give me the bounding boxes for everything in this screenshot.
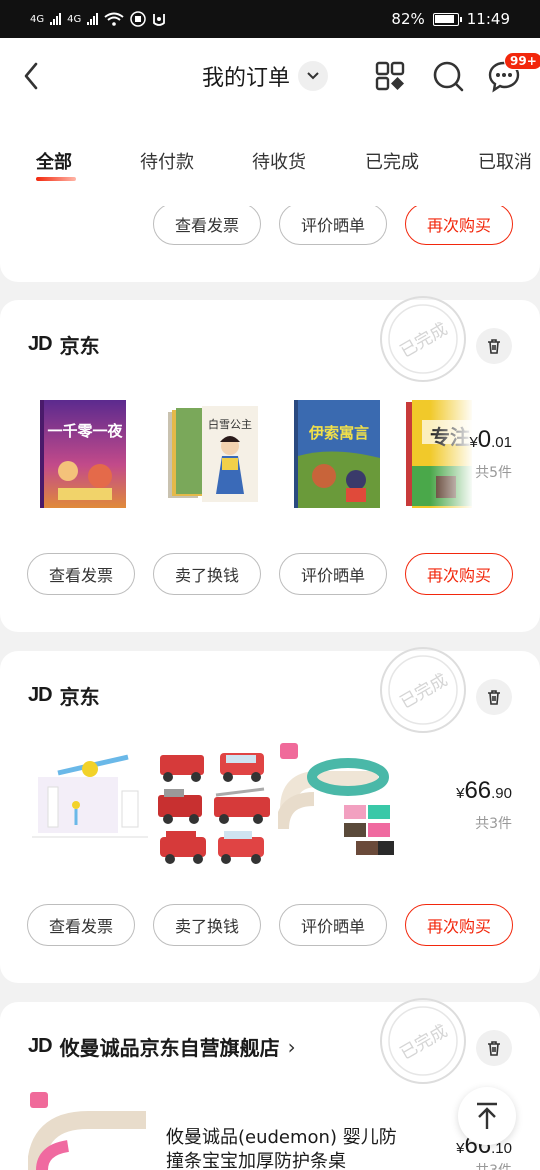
chevron-down-icon xyxy=(298,61,329,91)
order-card-2[interactable]: 已完成 JD 京东 一千零一夜 白雪公主 伊索寓言 ¥0.01 共5件 查看发票… xyxy=(0,296,540,632)
arrow-up-icon xyxy=(477,1102,497,1129)
back-to-top-button[interactable] xyxy=(458,1087,516,1145)
jd-logo: JD xyxy=(28,684,53,706)
shop-name: 京东 xyxy=(59,334,100,358)
completed-stamp: 已完成 xyxy=(380,296,466,382)
product-image-toy-cars[interactable] xyxy=(154,743,274,867)
item-count: 共5件 xyxy=(475,465,512,481)
order-tabs: 全部 待付款 待收货 已完成 已取消 xyxy=(0,148,540,188)
completed-stamp: 已完成 xyxy=(380,647,466,733)
battery-percent: 82% xyxy=(391,10,425,28)
signal-icon-2 xyxy=(87,13,99,25)
review-button[interactable]: 评价晒单 xyxy=(279,904,387,946)
review-button[interactable]: 评价晒单 xyxy=(279,553,387,595)
svg-text:已完成: 已完成 xyxy=(397,670,451,713)
sell-button[interactable]: 卖了换钱 xyxy=(153,553,261,595)
review-button[interactable]: 评价晒单 xyxy=(279,203,387,245)
buy-again-button[interactable]: 再次购买 xyxy=(405,203,513,245)
trash-icon xyxy=(488,1041,500,1056)
order-total: ¥66.90 xyxy=(456,777,512,804)
svg-text:伊索寓言: 伊索寓言 xyxy=(308,424,369,442)
battery-icon xyxy=(432,12,462,26)
shop-name: 京东 xyxy=(59,685,100,709)
product-image-bumper-strip[interactable] xyxy=(28,1090,148,1170)
wifi-icon xyxy=(104,12,124,26)
app-notification-icon-2 xyxy=(153,14,166,26)
network-type-2: 4G xyxy=(67,13,82,25)
item-count: 共3件 xyxy=(475,1160,512,1170)
shop-name: 攸曼诚品京东自营旗舰店 xyxy=(59,1036,280,1060)
tab-cancelled[interactable]: 已取消 xyxy=(478,148,532,174)
sell-button[interactable]: 卖了换钱 xyxy=(153,904,261,946)
trash-icon xyxy=(488,339,500,354)
view-invoice-button[interactable]: 查看发票 xyxy=(153,203,261,245)
delete-order-button[interactable] xyxy=(476,328,512,364)
delete-order-button[interactable] xyxy=(476,679,512,715)
shop-header[interactable]: JD 攸曼诚品京东自营旗舰店 › xyxy=(28,1032,296,1061)
clock: 11:49 xyxy=(466,10,510,28)
app-notification-icon xyxy=(130,11,146,27)
product-title[interactable]: 攸曼诚品(eudemon) 婴儿防撞条宝宝加厚防护条桌 xyxy=(166,1126,406,1170)
signal-icon xyxy=(50,13,62,25)
svg-text:一千零一夜: 一千零一夜 xyxy=(47,422,123,440)
page-title: 我的订单 xyxy=(202,66,291,91)
active-tab-indicator xyxy=(36,177,76,181)
buy-again-button[interactable]: 再次购买 xyxy=(405,904,513,946)
message-badge: 99+ xyxy=(504,52,540,70)
chevron-right-icon: › xyxy=(287,1034,296,1059)
category-grid-icon[interactable] xyxy=(372,58,408,94)
product-image-book-2[interactable]: 白雪公主 xyxy=(164,402,262,508)
search-icon[interactable] xyxy=(430,58,466,94)
product-image-brush-set[interactable] xyxy=(28,747,148,847)
order-card-4[interactable]: 已完成 JD 攸曼诚品京东自营旗舰店 › 攸曼诚品(eudemon) 婴儿防撞条… xyxy=(0,998,540,1170)
status-bar: 4G 4G 82% 11:49 xyxy=(0,0,540,38)
completed-stamp: 已完成 xyxy=(380,998,466,1084)
tab-all[interactable]: 全部 xyxy=(36,148,72,174)
header: 我的订单 99+ 全部 待付款 待收货 已完成 已取消 xyxy=(0,38,540,206)
product-fade-overlay xyxy=(430,392,540,516)
back-arrow-icon[interactable] xyxy=(18,58,46,94)
svg-text:白雪公主: 白雪公主 xyxy=(208,417,252,431)
svg-text:已完成: 已完成 xyxy=(397,319,451,362)
view-invoice-button[interactable]: 查看发票 xyxy=(27,553,135,595)
product-image-book-1[interactable]: 一千零一夜 xyxy=(38,396,130,512)
jd-logo: JD xyxy=(28,333,53,355)
shop-header[interactable]: JD 京东 xyxy=(28,330,100,359)
tab-completed[interactable]: 已完成 xyxy=(365,148,419,174)
shop-header[interactable]: JD 京东 xyxy=(28,681,100,710)
network-type-1: 4G xyxy=(30,13,45,25)
buy-again-button[interactable]: 再次购买 xyxy=(405,553,513,595)
view-invoice-button[interactable]: 查看发票 xyxy=(27,904,135,946)
tab-pending-payment[interactable]: 待付款 xyxy=(140,148,194,174)
delete-order-button[interactable] xyxy=(476,1030,512,1066)
item-count: 共3件 xyxy=(475,816,512,832)
order-total: ¥0.01 xyxy=(469,426,512,453)
trash-icon xyxy=(488,690,500,705)
product-image-corner-guards[interactable] xyxy=(278,739,398,863)
order-card-3[interactable]: 已完成 JD 京东 ¥66.90 共3件 查看发票 卖了换钱 评价晒单 再次购买 xyxy=(0,647,540,983)
order-type-selector[interactable]: 我的订单 xyxy=(202,60,329,92)
jd-logo: JD xyxy=(28,1035,53,1057)
product-image-book-3[interactable]: 伊索寓言 xyxy=(292,396,384,512)
tab-pending-receipt[interactable]: 待收货 xyxy=(252,148,306,174)
svg-text:已完成: 已完成 xyxy=(397,1021,451,1064)
